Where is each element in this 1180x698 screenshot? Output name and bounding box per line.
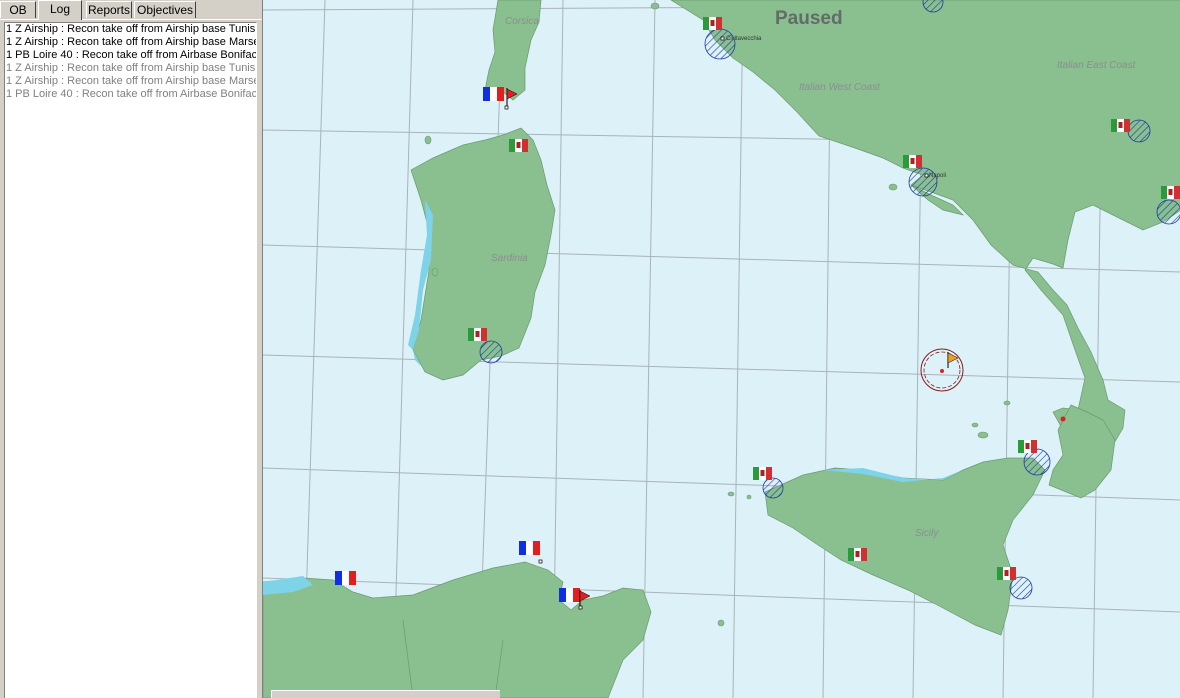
unit-dot-icon[interactable] xyxy=(1060,416,1066,422)
log-entry[interactable]: 1 PB Loire 40 : Recon take off from Airb… xyxy=(5,88,256,101)
region-label-italian-east-coast: Italian East Coast xyxy=(1057,60,1137,71)
left-panel: OB Log Reports Objectives 1 Z Airship : … xyxy=(0,0,262,698)
france-flag-icon[interactable] xyxy=(559,588,580,602)
tab-ob[interactable]: OB xyxy=(0,1,36,18)
log-entry[interactable]: 1 Z Airship : Recon take off from Airshi… xyxy=(5,62,256,75)
log-entry[interactable]: 1 PB Loire 40 : Recon take off from Airb… xyxy=(5,49,256,62)
island-corsica xyxy=(484,0,542,101)
map-canvas[interactable]: Corsica Sardinia Sicily Italian West Coa… xyxy=(263,0,1180,698)
tab-log[interactable]: Log xyxy=(38,0,82,20)
tab-reports[interactable]: Reports xyxy=(86,1,132,18)
pause-status: Paused xyxy=(775,8,843,29)
france-flag-icon[interactable] xyxy=(519,541,540,555)
log-entry[interactable]: 1 Z Airship : Recon take off from Airshi… xyxy=(5,36,256,49)
island-sicily xyxy=(764,457,1046,636)
region-label-sardinia: Sardinia xyxy=(491,253,528,264)
tab-objectives[interactable]: Objectives xyxy=(134,1,196,18)
map-view[interactable]: Corsica Sardinia Sicily Italian West Coa… xyxy=(262,0,1180,698)
italy-flag-icon[interactable] xyxy=(468,328,487,341)
panel-tabs: OB Log Reports Objectives xyxy=(0,0,262,20)
city-label-civitavecchia: Civitavecchia xyxy=(726,36,762,42)
city-label-napoli: Napoli xyxy=(929,173,946,179)
landmass-north-africa xyxy=(263,561,652,698)
region-label-corsica: Corsica xyxy=(505,16,539,27)
region-label-italian-west-coast: Italian West Coast xyxy=(799,82,881,93)
recon-target-icon[interactable] xyxy=(920,348,964,392)
italy-flag-icon[interactable] xyxy=(1161,186,1180,199)
italy-flag-icon[interactable] xyxy=(1111,119,1130,132)
italy-flag-icon[interactable] xyxy=(903,155,922,168)
france-flag-icon[interactable] xyxy=(335,571,356,585)
island-sardinia xyxy=(410,127,556,381)
region-label-sicily: Sicily xyxy=(915,528,939,539)
italy-flag-icon[interactable] xyxy=(848,548,867,561)
italy-flag-icon[interactable] xyxy=(509,139,528,152)
france-flag-icon[interactable] xyxy=(483,87,504,101)
log-entry[interactable]: 1 Z Airship : Recon take off from Airshi… xyxy=(5,23,256,36)
italy-flag-icon[interactable] xyxy=(753,467,772,480)
horizontal-scrollbar[interactable] xyxy=(271,690,500,698)
log-list[interactable]: 1 Z Airship : Recon take off from Airshi… xyxy=(4,22,257,698)
italy-flag-icon[interactable] xyxy=(997,567,1016,580)
italy-flag-icon[interactable] xyxy=(703,17,722,30)
log-entry[interactable]: 1 Z Airship : Recon take off from Airshi… xyxy=(5,75,256,88)
italy-flag-icon[interactable] xyxy=(1018,440,1037,453)
